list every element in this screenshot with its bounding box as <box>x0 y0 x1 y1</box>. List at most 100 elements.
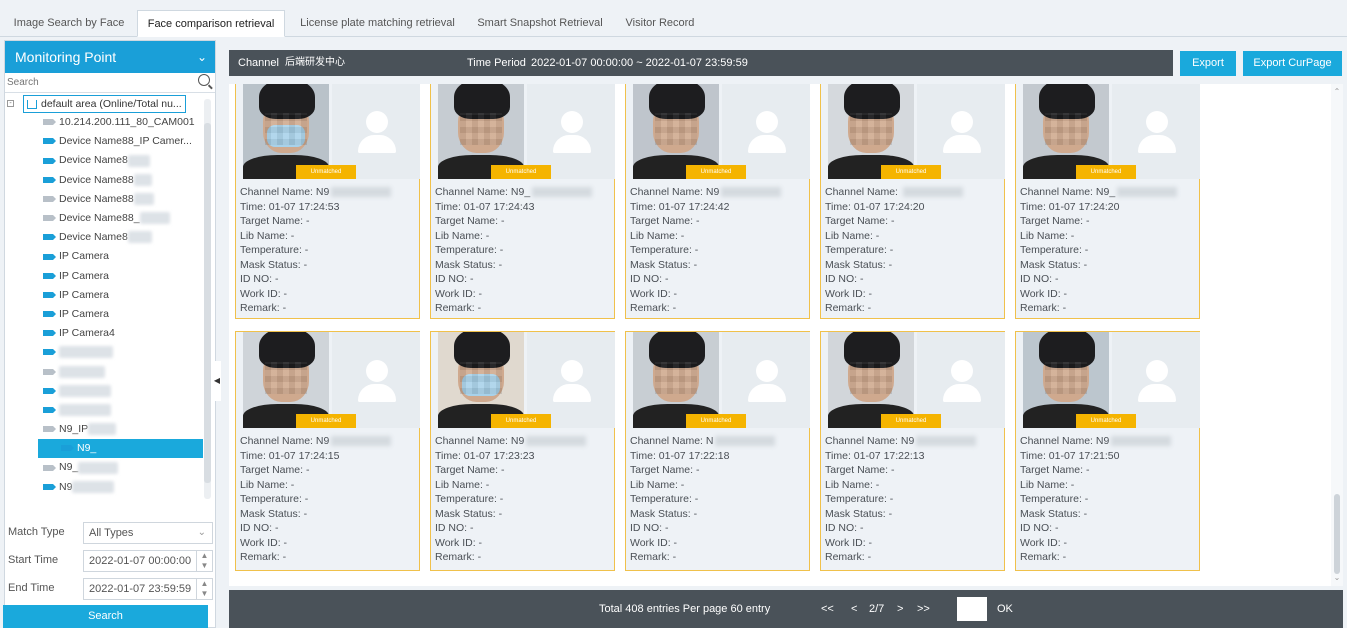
device-tree: - default area (Online/Total nu... 10.21… <box>5 95 203 500</box>
mask-field: Mask Status: - <box>825 258 893 271</box>
export-button[interactable]: Export <box>1180 51 1236 76</box>
temperature-field: Temperature: - <box>435 244 504 256</box>
result-card[interactable]: Unmatched Channel Name: N9_ Time: 01-07 17… <box>1015 84 1200 319</box>
time-value: 01-07 17:23:23 <box>463 449 535 462</box>
time-label: Time: <box>630 200 656 213</box>
camera-offline-icon <box>43 426 56 433</box>
tree-item-camera[interactable]: Device Name88_IP Camer... <box>5 132 203 151</box>
search-button[interactable]: Search <box>3 605 208 628</box>
id-field: ID NO: - <box>630 273 669 285</box>
tree-item-camera[interactable]: IP Camera <box>5 247 203 266</box>
tab-image-search-by-face[interactable]: Image Search by Face <box>8 10 130 37</box>
tree-item-camera[interactable]: IP Camera <box>5 305 203 324</box>
monitoring-point-header[interactable]: Monitoring Point ⌄ <box>5 41 215 73</box>
tree-item-camera[interactable]: N9 <box>5 478 203 497</box>
result-card[interactable]: Unmatched Channel Name: N9_ Time: 01-07 17… <box>430 84 615 319</box>
tree-item-camera[interactable]: Device Name88 <box>5 171 203 190</box>
export-current-page-button[interactable]: Export CurPage <box>1243 51 1342 76</box>
remark-field: Remark: - <box>240 551 287 563</box>
channel-name-label: Channel Name: <box>1020 435 1093 447</box>
tree-scrollbar[interactable] <box>204 99 211 499</box>
tree-item-label: IP Camera <box>59 269 109 282</box>
camera-online-icon <box>43 387 56 394</box>
results-scrollbar[interactable]: ⌃ ⌄ <box>1331 84 1343 586</box>
chevron-down-icon[interactable]: ⌄ <box>1331 572 1343 584</box>
channel-name-label: Channel Name: <box>240 435 313 447</box>
target-field: Target Name: - <box>1020 464 1090 476</box>
tree-item-camera[interactable] <box>5 401 203 420</box>
channel-name-value: N9 <box>900 435 915 447</box>
tree-root-node[interactable]: - default area (Online/Total nu... <box>5 95 203 113</box>
tree-item-camera[interactable]: Device Name88 <box>5 190 203 209</box>
tab-face-comparison-retrieval[interactable]: Face comparison retrieval <box>137 10 285 37</box>
result-card[interactable]: Unmatched Channel Name: N9 Time: 01-07 17:… <box>235 331 420 571</box>
card-info: Channel Name: N9 Time: 01-07 17:21:50 Targ… <box>1020 434 1172 565</box>
result-card[interactable]: Unmatched Channel Name: N9 Time: 01-07 17:… <box>235 84 420 319</box>
unmatched-badge: Unmatched <box>686 414 746 428</box>
last-page-button[interactable]: >> <box>917 590 930 628</box>
time-label: Time: <box>1020 449 1046 462</box>
next-page-button[interactable]: > <box>897 590 903 628</box>
page-jump-input[interactable] <box>957 597 987 621</box>
result-card[interactable]: Unmatched Channel Name: N9 Time: 01-07 17:… <box>430 331 615 571</box>
tree-item-camera[interactable]: 10.214.200.111_80_CAM001 <box>5 113 203 132</box>
tree-item-camera[interactable]: Device Name88_ <box>5 209 203 228</box>
camera-online-icon <box>43 291 56 298</box>
camera-offline-icon <box>43 215 56 222</box>
camera-online-icon <box>43 253 56 260</box>
scroll-thumb[interactable] <box>1334 494 1340 574</box>
channel-name-value: N9 <box>315 435 330 447</box>
card-info: Channel Name: N9_ Time: 01-07 17:24:43 Tar… <box>435 185 593 316</box>
tree-item-camera[interactable]: N9_ <box>5 458 203 477</box>
first-page-button[interactable]: << <box>821 590 834 628</box>
go-button[interactable]: OK <box>997 590 1013 628</box>
chevron-up-icon[interactable]: ⌃ <box>1331 86 1343 98</box>
channel-value: 后端研发中心 <box>285 57 345 68</box>
result-card[interactable]: Unmatched Channel Name: N9 Time: 01-07 17:… <box>1015 331 1200 571</box>
panel-collapse-handle[interactable]: ◀ <box>213 361 221 401</box>
tree-item-camera[interactable]: N9_IP <box>5 420 203 439</box>
chevron-down-icon[interactable]: ⌄ <box>197 41 207 73</box>
collapse-icon[interactable]: - <box>7 100 14 107</box>
page-indicator: 2/7 <box>869 603 885 615</box>
tree-item-camera[interactable]: IP Camera <box>5 267 203 286</box>
unmatched-badge: Unmatched <box>686 165 746 179</box>
remark-field: Remark: - <box>630 551 677 563</box>
tree-item-camera[interactable] <box>5 362 203 381</box>
tree-item-camera[interactable] <box>5 382 203 401</box>
tree-item-camera[interactable]: IP Camera <box>5 286 203 305</box>
remark-field: Remark: - <box>825 302 872 314</box>
camera-online-icon <box>43 138 56 145</box>
camera-online-icon <box>43 483 56 490</box>
tree-item-camera[interactable]: IP Camera4 <box>5 324 203 343</box>
tab-license-plate-matching-retrieval[interactable]: License plate matching retrieval <box>290 10 465 37</box>
end-time-stepper[interactable]: ▲ ▼ <box>196 579 212 599</box>
tree-item-camera[interactable]: Device Name8 <box>5 228 203 247</box>
tab-visitor-record[interactable]: Visitor Record <box>615 10 705 37</box>
time-label: Time: <box>240 449 266 462</box>
result-card[interactable]: Unmatched Channel Name: N Time: 01-07 17:2… <box>625 331 810 571</box>
tree-item-camera[interactable]: N9_ <box>38 439 203 459</box>
tree-search-input[interactable] <box>5 73 185 91</box>
result-card[interactable]: Unmatched Channel Name: N9 Time: 01-07 17:… <box>820 331 1005 571</box>
target-field: Target Name: - <box>240 215 310 227</box>
prev-page-button[interactable]: < <box>851 590 857 628</box>
camera-offline-icon <box>43 368 56 375</box>
result-card[interactable]: Unmatched Channel Name: N9 Time: 01-07 17:… <box>625 84 810 319</box>
tree-item-label: Device Name88_IP Camer... <box>59 135 192 148</box>
start-time-input[interactable]: 2022-01-07 00:00:00 ▲ ▼ <box>83 550 213 572</box>
tree-item-camera[interactable]: Device Name8 <box>5 151 203 170</box>
unmatched-badge: Unmatched <box>296 165 356 179</box>
tree-item-camera[interactable] <box>5 343 203 362</box>
match-type-label: Match Type <box>8 526 65 538</box>
camera-offline-icon <box>43 119 56 126</box>
result-card[interactable]: Unmatched Channel Name: Time: 01-07 17:24… <box>820 84 1005 319</box>
search-icon[interactable] <box>198 74 210 86</box>
match-type-select[interactable]: All Types ⌄ <box>83 522 213 544</box>
pagination-summary: Total 408 entries Per page 60 entry <box>599 603 771 615</box>
tab-smart-snapshot-retrieval[interactable]: Smart Snapshot Retrieval <box>470 10 610 37</box>
end-time-input[interactable]: 2022-01-07 23:59:59 ▲ ▼ <box>83 578 213 600</box>
lib-field: Lib Name: - <box>240 478 295 491</box>
start-time-stepper[interactable]: ▲ ▼ <box>196 551 212 571</box>
channel-name-value: N <box>705 435 714 447</box>
